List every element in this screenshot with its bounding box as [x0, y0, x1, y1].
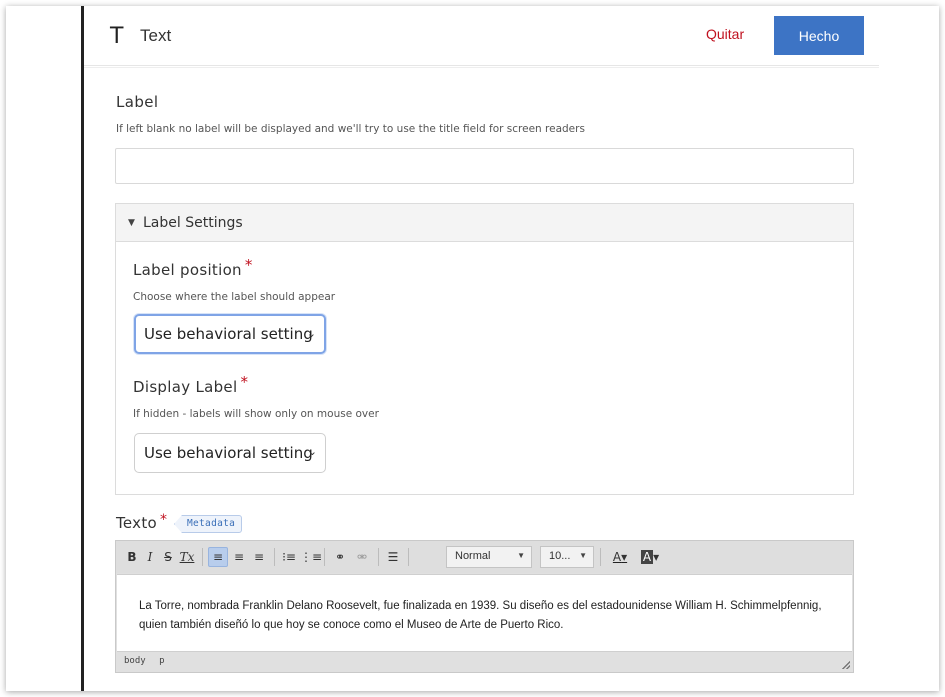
display-label-select[interactable]: Use behavioral setting ⌄	[134, 433, 326, 473]
dialog-header: T Text Quitar Hecho	[84, 6, 879, 66]
dialog-title: Text	[140, 26, 172, 45]
display-label-text: Display Label	[133, 378, 238, 396]
text-color-glyph: A	[612, 550, 622, 564]
toolbar-separator	[408, 548, 409, 566]
required-mark: *	[160, 512, 168, 528]
header-divider	[84, 67, 879, 68]
path-item-p[interactable]: p	[159, 656, 164, 666]
label-settings-toggle[interactable]: ▼ Label Settings	[116, 204, 853, 242]
strikethrough-button[interactable]: S	[160, 547, 176, 567]
clear-format-button[interactable]: Tx	[178, 547, 196, 567]
label-settings-title: Label Settings	[143, 215, 243, 231]
italic-button[interactable]: I	[142, 547, 158, 567]
toolbar-separator	[378, 548, 379, 566]
chevron-down-icon: ⌄	[306, 327, 316, 340]
chevron-down-icon: ▼	[517, 551, 525, 560]
toolbar-separator	[324, 548, 325, 566]
editor-paragraph[interactable]: La Torre, nombrada Franklin Delano Roose…	[139, 597, 829, 635]
align-center-icon[interactable]: ≡	[230, 547, 248, 567]
label-settings-panel: ▼ Label Settings Label position * Choose …	[115, 203, 854, 495]
label-input[interactable]	[115, 148, 854, 184]
display-label-help: If hidden - labels will show only on mou…	[133, 408, 379, 420]
bold-button[interactable]: B	[124, 547, 140, 567]
font-size-select[interactable]: 10... ▼	[540, 546, 594, 568]
link-icon[interactable]: ⚭	[330, 547, 350, 567]
editor-toolbar: B I S Tx ≡ ≡ ≡ ⁝≡ ⋮≡ ⚭ ⚮ ☰ Normal ▼ 10..…	[116, 541, 853, 573]
bg-color-glyph: A	[640, 550, 654, 564]
label-position-title: Label position *	[133, 256, 253, 279]
horizontal-line-icon[interactable]: ☰	[384, 547, 402, 567]
toolbar-separator	[274, 548, 275, 566]
align-right-icon[interactable]: ≡	[250, 547, 268, 567]
done-button[interactable]: Hecho	[774, 16, 864, 55]
texto-title-text: Texto	[116, 514, 158, 532]
required-mark: *	[240, 373, 249, 391]
label-position-select[interactable]: Use behavioral setting ⌄	[134, 314, 326, 354]
toolbar-separator	[202, 548, 203, 566]
label-position-value: Use behavioral setting	[144, 325, 313, 343]
label-position-help: Choose where the label should appear	[133, 291, 336, 303]
caret-down-icon: ▼	[128, 218, 135, 228]
format-value: Normal	[455, 550, 491, 562]
display-label-value: Use behavioral setting	[144, 444, 313, 462]
unlink-icon[interactable]: ⚮	[352, 547, 372, 567]
label-position-text: Label position	[133, 261, 242, 279]
metadata-badge[interactable]: Metadata	[174, 515, 243, 533]
toolbar-separator	[600, 548, 601, 566]
element-path-bar: body p	[124, 656, 173, 666]
text-block-icon: T	[110, 24, 124, 49]
chevron-down-icon: ⌄	[307, 445, 317, 458]
label-field-title: Label	[116, 93, 159, 111]
rich-text-editor: B I S Tx ≡ ≡ ≡ ⁝≡ ⋮≡ ⚭ ⚮ ☰ Normal ▼ 10..…	[115, 540, 854, 673]
background-color-icon[interactable]: A ▾	[636, 547, 664, 567]
bulleted-list-icon[interactable]: ⁝≡	[280, 547, 298, 567]
resize-handle-icon[interactable]	[842, 661, 850, 669]
remove-button[interactable]: Quitar	[706, 26, 744, 42]
font-size-value: 10...	[549, 550, 571, 562]
editor-content-area[interactable]: La Torre, nombrada Franklin Delano Roose…	[117, 574, 852, 652]
required-mark: *	[244, 256, 253, 274]
label-field-help: If left blank no label will be displayed…	[116, 123, 585, 135]
texto-title: Texto *	[116, 512, 168, 532]
text-color-icon[interactable]: A▾	[606, 547, 634, 567]
align-left-icon[interactable]: ≡	[208, 547, 228, 567]
path-item-body[interactable]: body	[124, 656, 146, 666]
chevron-down-icon: ▼	[579, 551, 587, 560]
numbered-list-icon[interactable]: ⋮≡	[300, 547, 322, 567]
display-label-title: Display Label *	[133, 373, 248, 396]
format-select[interactable]: Normal ▼	[446, 546, 532, 568]
left-edge-bar	[81, 6, 84, 691]
